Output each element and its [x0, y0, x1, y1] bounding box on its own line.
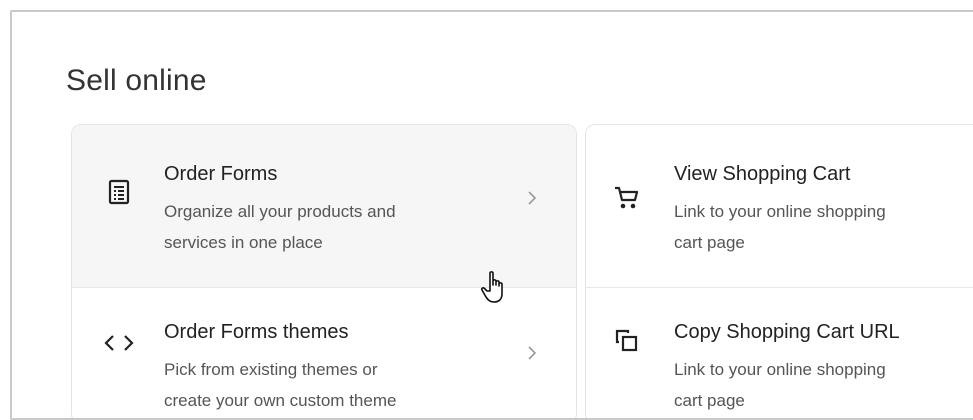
section-title: Sell online [66, 64, 207, 97]
item-title: Order Forms [164, 163, 278, 185]
order-forms-themes-item[interactable]: Order Forms themes Pick from existing th… [72, 288, 576, 418]
copy-icon [614, 328, 640, 354]
item-description: create your own custom theme [164, 391, 397, 410]
item-title: View Shopping Cart [674, 163, 851, 185]
item-description: Link to your online shopping [674, 360, 886, 379]
sell-online-card-right: View Shopping Cart Link to your online s… [585, 124, 973, 418]
chevron-right-icon [525, 342, 539, 364]
view-shopping-cart-item[interactable]: View Shopping Cart Link to your online s… [586, 125, 973, 288]
item-description: Pick from existing themes or [164, 360, 378, 379]
item-title: Order Forms themes [164, 321, 349, 343]
item-title: Copy Shopping Cart URL [674, 321, 900, 343]
hand-pointer-cursor-icon [480, 270, 510, 306]
form-list-icon [106, 179, 132, 205]
item-description: cart page [674, 233, 745, 252]
item-description: Organize all your products and [164, 202, 396, 221]
item-description: cart page [674, 391, 745, 410]
sell-online-panel: Sell online Order Forms Organize all you… [10, 10, 973, 420]
item-description: services in one place [164, 233, 323, 252]
shopping-cart-icon [614, 185, 640, 211]
copy-shopping-cart-url-item[interactable]: Copy Shopping Cart URL Link to your onli… [586, 288, 973, 418]
order-forms-item[interactable]: Order Forms Organize all your products a… [72, 125, 576, 288]
code-brackets-icon [104, 330, 134, 356]
chevron-right-icon [525, 187, 539, 209]
item-description: Link to your online shopping [674, 202, 886, 221]
